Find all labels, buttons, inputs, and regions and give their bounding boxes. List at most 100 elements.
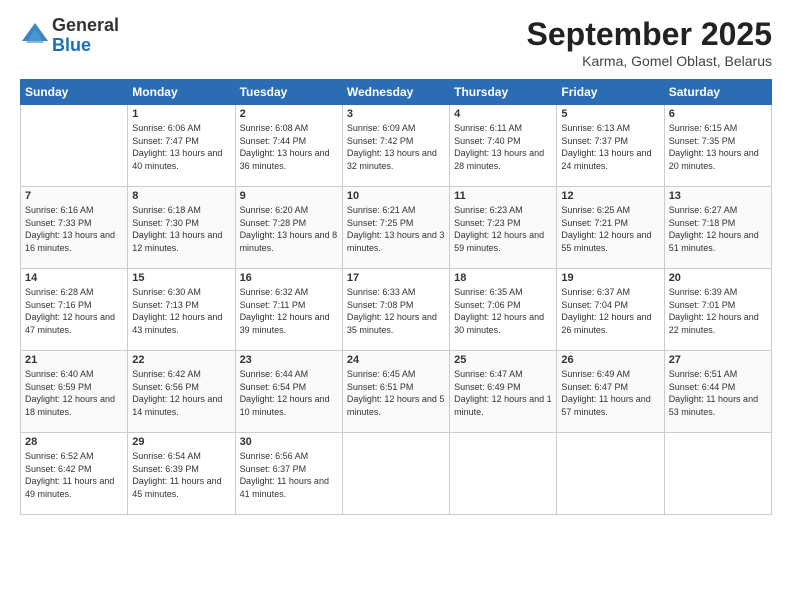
daylight-text: Daylight: 13 hours and 16 minutes. bbox=[25, 229, 123, 254]
day-info: Sunrise: 6:28 AM Sunset: 7:16 PM Dayligh… bbox=[25, 286, 123, 336]
day-number: 7 bbox=[25, 190, 123, 202]
daylight-text: Daylight: 12 hours and 59 minutes. bbox=[454, 229, 552, 254]
day-number: 26 bbox=[561, 354, 659, 366]
day-number: 23 bbox=[240, 354, 338, 366]
table-row: 5 Sunrise: 6:13 AM Sunset: 7:37 PM Dayli… bbox=[557, 105, 664, 187]
day-number: 21 bbox=[25, 354, 123, 366]
table-row: 7 Sunrise: 6:16 AM Sunset: 7:33 PM Dayli… bbox=[21, 187, 128, 269]
day-number: 17 bbox=[347, 272, 445, 284]
sunrise-text: Sunrise: 6:32 AM bbox=[240, 286, 338, 299]
daylight-text: Daylight: 13 hours and 20 minutes. bbox=[669, 147, 767, 172]
daylight-text: Daylight: 12 hours and 39 minutes. bbox=[240, 311, 338, 336]
day-number: 9 bbox=[240, 190, 338, 202]
day-number: 8 bbox=[132, 190, 230, 202]
sunrise-text: Sunrise: 6:37 AM bbox=[561, 286, 659, 299]
location-subtitle: Karma, Gomel Oblast, Belarus bbox=[527, 53, 772, 69]
sunrise-text: Sunrise: 6:25 AM bbox=[561, 204, 659, 217]
table-row: 25 Sunrise: 6:47 AM Sunset: 6:49 PM Dayl… bbox=[450, 351, 557, 433]
day-info: Sunrise: 6:45 AM Sunset: 6:51 PM Dayligh… bbox=[347, 368, 445, 418]
sunset-text: Sunset: 6:51 PM bbox=[347, 381, 445, 394]
daylight-text: Daylight: 13 hours and 3 minutes. bbox=[347, 229, 445, 254]
daylight-text: Daylight: 12 hours and 18 minutes. bbox=[25, 393, 123, 418]
table-row: 30 Sunrise: 6:56 AM Sunset: 6:37 PM Dayl… bbox=[235, 433, 342, 515]
day-info: Sunrise: 6:42 AM Sunset: 6:56 PM Dayligh… bbox=[132, 368, 230, 418]
day-number: 25 bbox=[454, 354, 552, 366]
sunrise-text: Sunrise: 6:16 AM bbox=[25, 204, 123, 217]
daylight-text: Daylight: 11 hours and 49 minutes. bbox=[25, 475, 123, 500]
day-number: 11 bbox=[454, 190, 552, 202]
day-number: 18 bbox=[454, 272, 552, 284]
daylight-text: Daylight: 12 hours and 5 minutes. bbox=[347, 393, 445, 418]
table-row: 23 Sunrise: 6:44 AM Sunset: 6:54 PM Dayl… bbox=[235, 351, 342, 433]
sunrise-text: Sunrise: 6:35 AM bbox=[454, 286, 552, 299]
day-number: 24 bbox=[347, 354, 445, 366]
day-info: Sunrise: 6:15 AM Sunset: 7:35 PM Dayligh… bbox=[669, 122, 767, 172]
col-monday: Monday bbox=[128, 80, 235, 105]
sunrise-text: Sunrise: 6:28 AM bbox=[25, 286, 123, 299]
sunset-text: Sunset: 7:35 PM bbox=[669, 135, 767, 148]
day-info: Sunrise: 6:32 AM Sunset: 7:11 PM Dayligh… bbox=[240, 286, 338, 336]
sunset-text: Sunset: 7:08 PM bbox=[347, 299, 445, 312]
day-number: 1 bbox=[132, 108, 230, 120]
table-row bbox=[557, 433, 664, 515]
logo: General Blue bbox=[20, 16, 119, 56]
day-info: Sunrise: 6:27 AM Sunset: 7:18 PM Dayligh… bbox=[669, 204, 767, 254]
sunrise-text: Sunrise: 6:39 AM bbox=[669, 286, 767, 299]
day-number: 15 bbox=[132, 272, 230, 284]
sunset-text: Sunset: 6:54 PM bbox=[240, 381, 338, 394]
table-row: 1 Sunrise: 6:06 AM Sunset: 7:47 PM Dayli… bbox=[128, 105, 235, 187]
table-row: 14 Sunrise: 6:28 AM Sunset: 7:16 PM Dayl… bbox=[21, 269, 128, 351]
table-row: 10 Sunrise: 6:21 AM Sunset: 7:25 PM Dayl… bbox=[342, 187, 449, 269]
table-row: 22 Sunrise: 6:42 AM Sunset: 6:56 PM Dayl… bbox=[128, 351, 235, 433]
table-row bbox=[342, 433, 449, 515]
day-info: Sunrise: 6:25 AM Sunset: 7:21 PM Dayligh… bbox=[561, 204, 659, 254]
day-number: 6 bbox=[669, 108, 767, 120]
day-info: Sunrise: 6:39 AM Sunset: 7:01 PM Dayligh… bbox=[669, 286, 767, 336]
day-info: Sunrise: 6:09 AM Sunset: 7:42 PM Dayligh… bbox=[347, 122, 445, 172]
table-row: 13 Sunrise: 6:27 AM Sunset: 7:18 PM Dayl… bbox=[664, 187, 771, 269]
daylight-text: Daylight: 12 hours and 55 minutes. bbox=[561, 229, 659, 254]
sunrise-text: Sunrise: 6:18 AM bbox=[132, 204, 230, 217]
table-row: 17 Sunrise: 6:33 AM Sunset: 7:08 PM Dayl… bbox=[342, 269, 449, 351]
table-row: 15 Sunrise: 6:30 AM Sunset: 7:13 PM Dayl… bbox=[128, 269, 235, 351]
sunrise-text: Sunrise: 6:33 AM bbox=[347, 286, 445, 299]
sunrise-text: Sunrise: 6:20 AM bbox=[240, 204, 338, 217]
col-sunday: Sunday bbox=[21, 80, 128, 105]
sunrise-text: Sunrise: 6:06 AM bbox=[132, 122, 230, 135]
table-row: 9 Sunrise: 6:20 AM Sunset: 7:28 PM Dayli… bbox=[235, 187, 342, 269]
sunrise-text: Sunrise: 6:15 AM bbox=[669, 122, 767, 135]
day-info: Sunrise: 6:06 AM Sunset: 7:47 PM Dayligh… bbox=[132, 122, 230, 172]
day-number: 14 bbox=[25, 272, 123, 284]
sunset-text: Sunset: 7:01 PM bbox=[669, 299, 767, 312]
daylight-text: Daylight: 12 hours and 35 minutes. bbox=[347, 311, 445, 336]
sunset-text: Sunset: 6:59 PM bbox=[25, 381, 123, 394]
day-number: 16 bbox=[240, 272, 338, 284]
sunrise-text: Sunrise: 6:40 AM bbox=[25, 368, 123, 381]
sunset-text: Sunset: 7:25 PM bbox=[347, 217, 445, 230]
day-info: Sunrise: 6:47 AM Sunset: 6:49 PM Dayligh… bbox=[454, 368, 552, 418]
logo-blue: Blue bbox=[52, 36, 119, 56]
day-number: 27 bbox=[669, 354, 767, 366]
daylight-text: Daylight: 13 hours and 36 minutes. bbox=[240, 147, 338, 172]
day-number: 3 bbox=[347, 108, 445, 120]
sunset-text: Sunset: 7:13 PM bbox=[132, 299, 230, 312]
day-info: Sunrise: 6:51 AM Sunset: 6:44 PM Dayligh… bbox=[669, 368, 767, 418]
table-row: 3 Sunrise: 6:09 AM Sunset: 7:42 PM Dayli… bbox=[342, 105, 449, 187]
table-row bbox=[21, 105, 128, 187]
day-info: Sunrise: 6:18 AM Sunset: 7:30 PM Dayligh… bbox=[132, 204, 230, 254]
sunset-text: Sunset: 7:47 PM bbox=[132, 135, 230, 148]
sunset-text: Sunset: 7:28 PM bbox=[240, 217, 338, 230]
daylight-text: Daylight: 12 hours and 22 minutes. bbox=[669, 311, 767, 336]
sunrise-text: Sunrise: 6:27 AM bbox=[669, 204, 767, 217]
daylight-text: Daylight: 12 hours and 10 minutes. bbox=[240, 393, 338, 418]
calendar-week-row: 28 Sunrise: 6:52 AM Sunset: 6:42 PM Dayl… bbox=[21, 433, 772, 515]
col-thursday: Thursday bbox=[450, 80, 557, 105]
sunrise-text: Sunrise: 6:30 AM bbox=[132, 286, 230, 299]
sunset-text: Sunset: 6:42 PM bbox=[25, 463, 123, 476]
sunset-text: Sunset: 7:16 PM bbox=[25, 299, 123, 312]
table-row: 19 Sunrise: 6:37 AM Sunset: 7:04 PM Dayl… bbox=[557, 269, 664, 351]
sunset-text: Sunset: 7:18 PM bbox=[669, 217, 767, 230]
sunrise-text: Sunrise: 6:42 AM bbox=[132, 368, 230, 381]
col-tuesday: Tuesday bbox=[235, 80, 342, 105]
daylight-text: Daylight: 11 hours and 53 minutes. bbox=[669, 393, 767, 418]
